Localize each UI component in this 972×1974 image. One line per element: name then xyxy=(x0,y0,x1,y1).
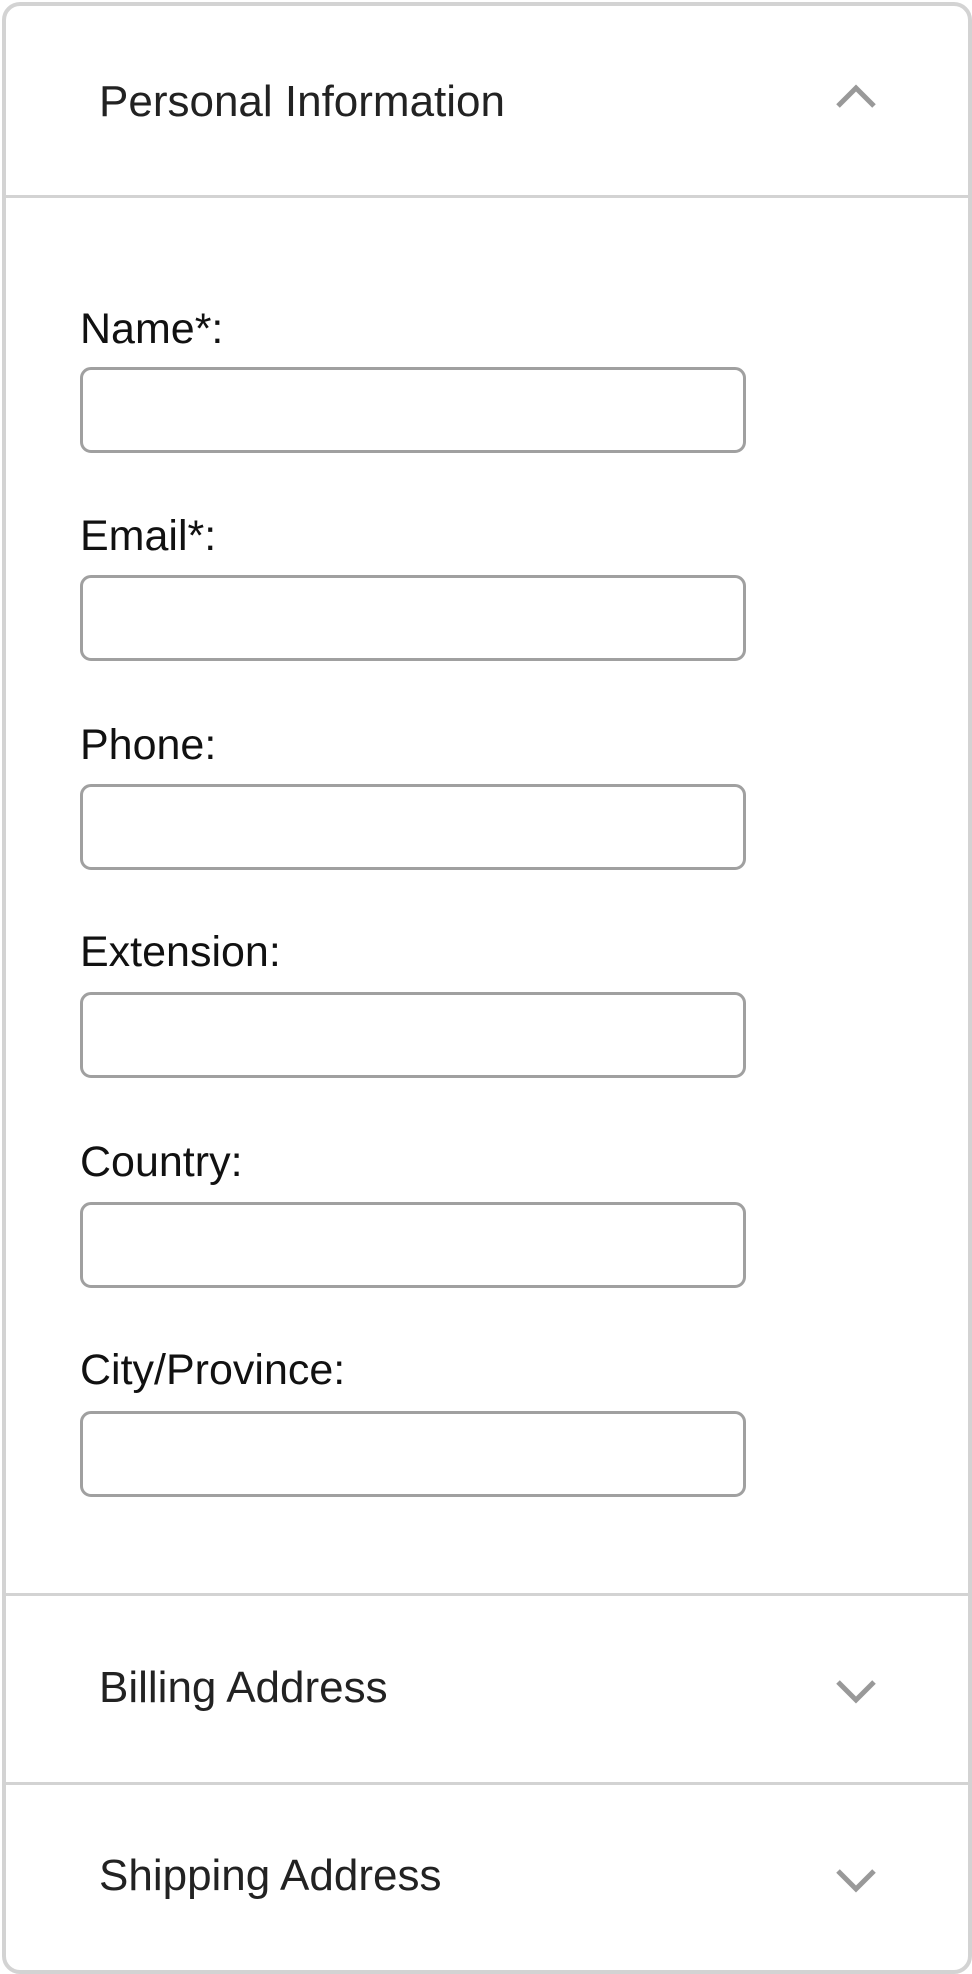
email-input[interactable] xyxy=(80,575,746,661)
divider xyxy=(6,195,968,198)
extension-label: Extension: xyxy=(80,928,281,976)
section-title: Personal Information xyxy=(99,77,505,126)
chevron-down-icon xyxy=(836,1869,876,1893)
extension-input[interactable] xyxy=(80,992,746,1078)
name-input[interactable] xyxy=(80,367,746,453)
section-title: Shipping Address xyxy=(99,1851,442,1900)
phone-label: Phone: xyxy=(80,721,217,769)
country-input[interactable] xyxy=(80,1202,746,1288)
chevron-down-icon xyxy=(836,1680,876,1704)
section-header-personal-information[interactable]: Personal Information xyxy=(6,6,968,197)
section-title: Billing Address xyxy=(99,1663,388,1712)
email-label: Email*: xyxy=(80,512,217,560)
country-label: Country: xyxy=(80,1138,243,1186)
phone-input[interactable] xyxy=(80,784,746,870)
city-province-input[interactable] xyxy=(80,1411,746,1497)
name-label: Name*: xyxy=(80,305,224,353)
accordion-panel: Personal Information Name*: Email*: Phon… xyxy=(2,2,972,1974)
chevron-up-icon xyxy=(836,84,876,108)
section-header-shipping-address[interactable]: Shipping Address xyxy=(6,1785,968,1970)
section-header-billing-address[interactable]: Billing Address xyxy=(6,1596,968,1782)
city-province-label: City/Province: xyxy=(80,1346,346,1394)
